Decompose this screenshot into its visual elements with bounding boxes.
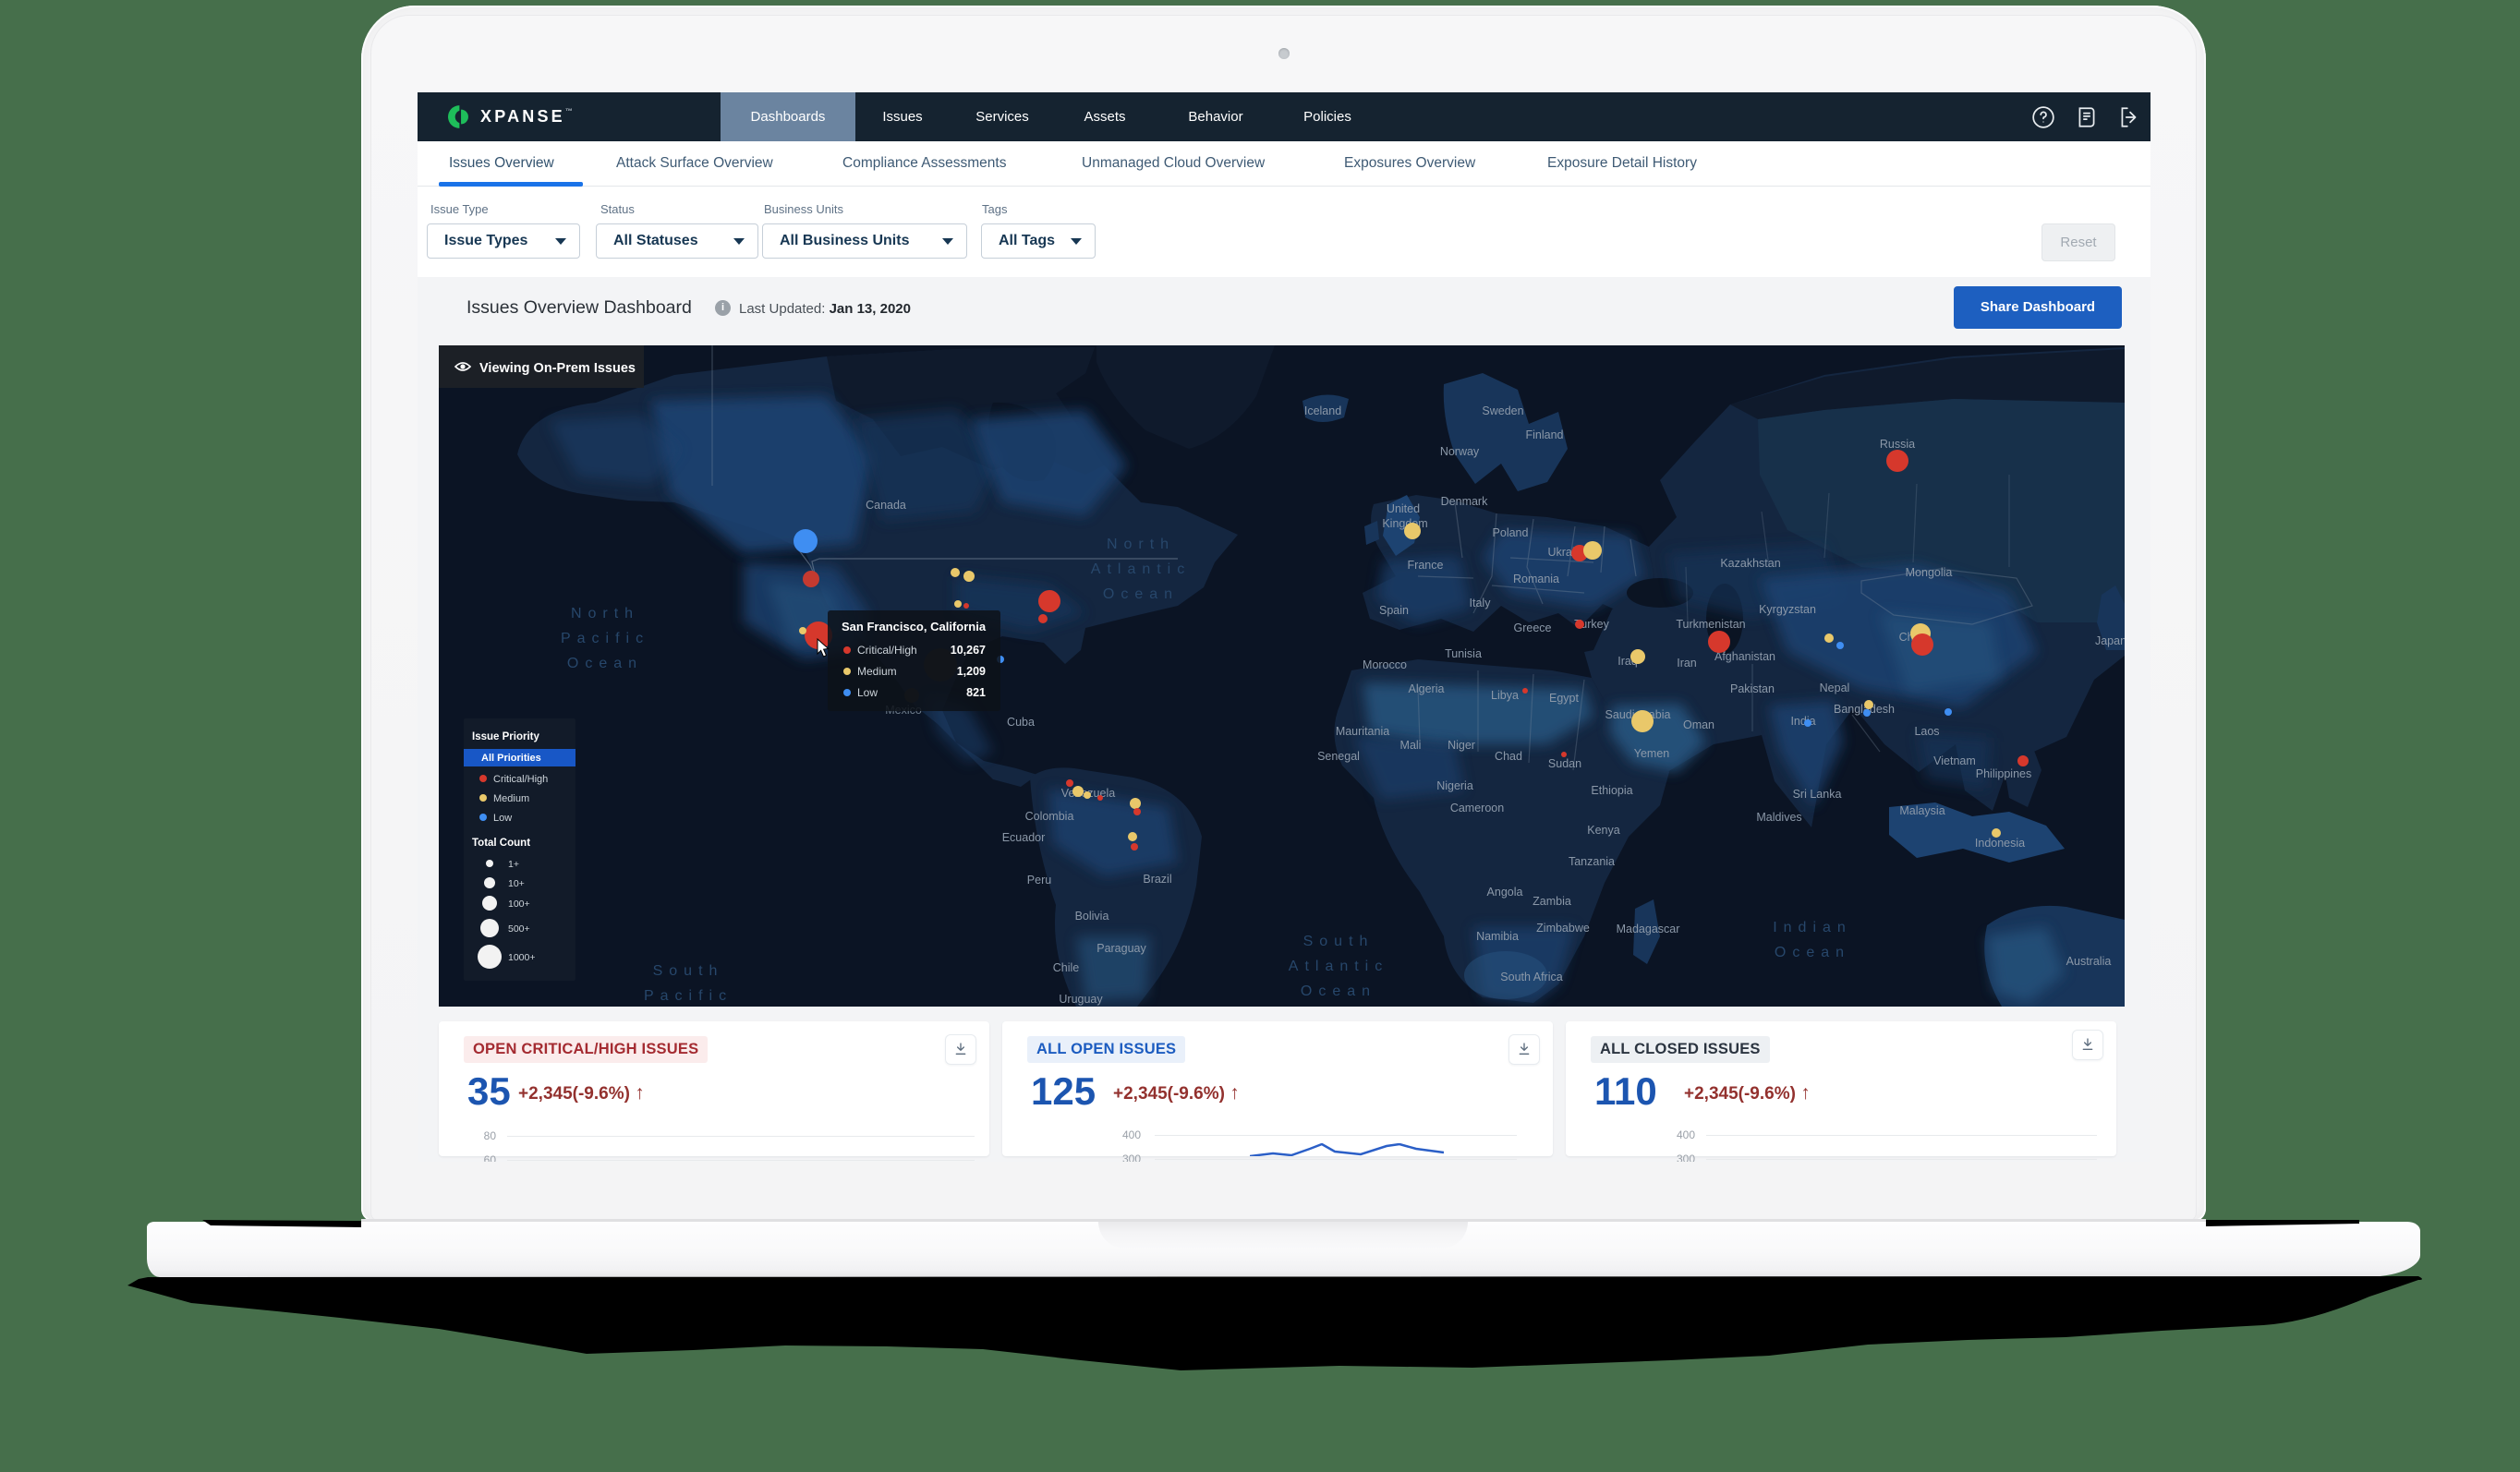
svg-text:Medium: Medium [857,665,897,678]
svg-text:Iceland: Iceland [1304,404,1341,417]
svg-text:Tunisia: Tunisia [1445,647,1482,660]
svg-text:Atlantic: Atlantic [1091,561,1191,577]
svg-text:1,209: 1,209 [957,665,986,678]
svg-text:Poland: Poland [1493,526,1529,539]
svg-text:Mali: Mali [1400,739,1422,752]
svg-text:Medium: Medium [493,793,529,804]
svg-text:Viewing On-Prem Issues: Viewing On-Prem Issues [479,361,636,376]
svg-text:Yemen: Yemen [1634,747,1670,760]
svg-text:North: North [1107,537,1175,552]
svg-text:Libya: Libya [1491,689,1519,702]
svg-text:Malaysia: Malaysia [1899,804,1945,817]
svg-text:Indonesia: Indonesia [1975,837,2025,850]
svg-text:Namibia: Namibia [1476,930,1519,943]
svg-text:Morocco: Morocco [1363,658,1407,671]
svg-text:Pacific: Pacific [561,631,649,646]
svg-text:Vietnam: Vietnam [1933,754,1976,767]
svg-text:Atlantic: Atlantic [1289,959,1388,974]
svg-text:Bolivia: Bolivia [1075,910,1109,923]
svg-text:Critical/High: Critical/High [857,644,917,657]
svg-text:Nigeria: Nigeria [1436,779,1473,792]
svg-text:Tanzania: Tanzania [1569,855,1615,868]
svg-text:South: South [1303,934,1375,949]
svg-text:Italy: Italy [1470,597,1492,609]
svg-text:India: India [1790,715,1815,728]
svg-text:Turkmenistan: Turkmenistan [1676,618,1745,631]
svg-text:Angola: Angola [1487,886,1523,899]
svg-text:Laos: Laos [1914,725,1939,738]
svg-text:Ethiopia: Ethiopia [1591,784,1632,797]
svg-text:France: France [1408,559,1444,572]
svg-text:Greece: Greece [1514,621,1552,634]
svg-text:Sweden: Sweden [1482,404,1523,417]
svg-text:Ocean: Ocean [567,656,643,671]
svg-text:500+: 500+ [508,923,530,935]
svg-text:Romania: Romania [1513,573,1559,585]
svg-text:Indian: Indian [1773,920,1852,935]
svg-text:Senegal: Senegal [1317,750,1360,763]
svg-text:Kenya: Kenya [1587,824,1619,837]
svg-text:Chile: Chile [1053,961,1080,974]
svg-text:Sudan: Sudan [1548,757,1581,770]
svg-text:Nepal: Nepal [1820,682,1850,694]
svg-text:Low: Low [857,686,878,699]
svg-text:Pakistan: Pakistan [1730,682,1775,695]
svg-text:Algeria: Algeria [1409,682,1445,695]
svg-text:Finland: Finland [1526,428,1564,441]
svg-text:Norway: Norway [1440,445,1480,458]
svg-text:Ocean: Ocean [1103,586,1179,602]
svg-text:Peru: Peru [1027,874,1051,887]
svg-text:Ecuador: Ecuador [1002,831,1046,844]
svg-text:Paraguay: Paraguay [1096,942,1146,955]
svg-text:1000+: 1000+ [508,952,536,963]
svg-text:Chad: Chad [1495,750,1522,763]
svg-text:North: North [571,606,639,621]
svg-text:South: South [653,963,724,979]
svg-text:Egypt: Egypt [1549,692,1579,705]
svg-text:United: United [1387,502,1420,515]
svg-text:Spain: Spain [1379,604,1409,617]
svg-text:Pacific: Pacific [644,988,733,1004]
svg-text:San Francisco, California: San Francisco, California [842,620,987,633]
svg-text:All Priorities: All Priorities [481,753,541,764]
svg-text:Maldives: Maldives [1756,811,1801,824]
svg-text:Mauritania: Mauritania [1336,725,1389,738]
svg-text:Kyrgyzstan: Kyrgyzstan [1759,603,1816,616]
svg-text:1+: 1+ [508,859,519,870]
svg-text:Low: Low [493,813,512,824]
svg-text:Zambia: Zambia [1533,895,1571,908]
svg-text:10+: 10+ [508,878,525,889]
svg-text:Uruguay: Uruguay [1059,993,1103,1006]
svg-text:Philippines: Philippines [1976,767,2031,780]
svg-text:Iran: Iran [1677,657,1697,670]
svg-text:Colombia: Colombia [1025,810,1074,823]
svg-text:Oman: Oman [1683,718,1714,731]
svg-text:Kazakhstan: Kazakhstan [1720,557,1780,570]
svg-text:Brazil: Brazil [1143,873,1171,886]
svg-text:Ocean: Ocean [1301,983,1376,999]
svg-text:Sri Lanka: Sri Lanka [1793,788,1842,801]
svg-text:Japan: Japan [2095,634,2125,647]
svg-text:Critical/High: Critical/High [493,774,548,785]
svg-text:10,267: 10,267 [951,644,986,657]
svg-text:Issue Priority: Issue Priority [472,731,539,742]
svg-text:Zimbabwe: Zimbabwe [1536,922,1590,935]
svg-text:Afghanistan: Afghanistan [1714,650,1775,663]
svg-text:Total Count: Total Count [472,838,530,849]
svg-text:Denmark: Denmark [1441,495,1488,508]
svg-text:Australia: Australia [2066,955,2112,968]
svg-text:100+: 100+ [508,899,530,910]
svg-text:Cuba: Cuba [1007,716,1035,729]
svg-text:Niger: Niger [1448,739,1475,752]
svg-text:821: 821 [966,686,986,699]
svg-text:Russia: Russia [1880,438,1915,451]
svg-text:Cameroon: Cameroon [1450,802,1504,814]
svg-text:South Africa: South Africa [1500,971,1562,983]
svg-text:Canada: Canada [866,499,906,512]
svg-text:Ocean: Ocean [1775,945,1850,960]
svg-text:Madagascar: Madagascar [1617,923,1680,935]
svg-text:Mongolia: Mongolia [1906,566,1953,579]
